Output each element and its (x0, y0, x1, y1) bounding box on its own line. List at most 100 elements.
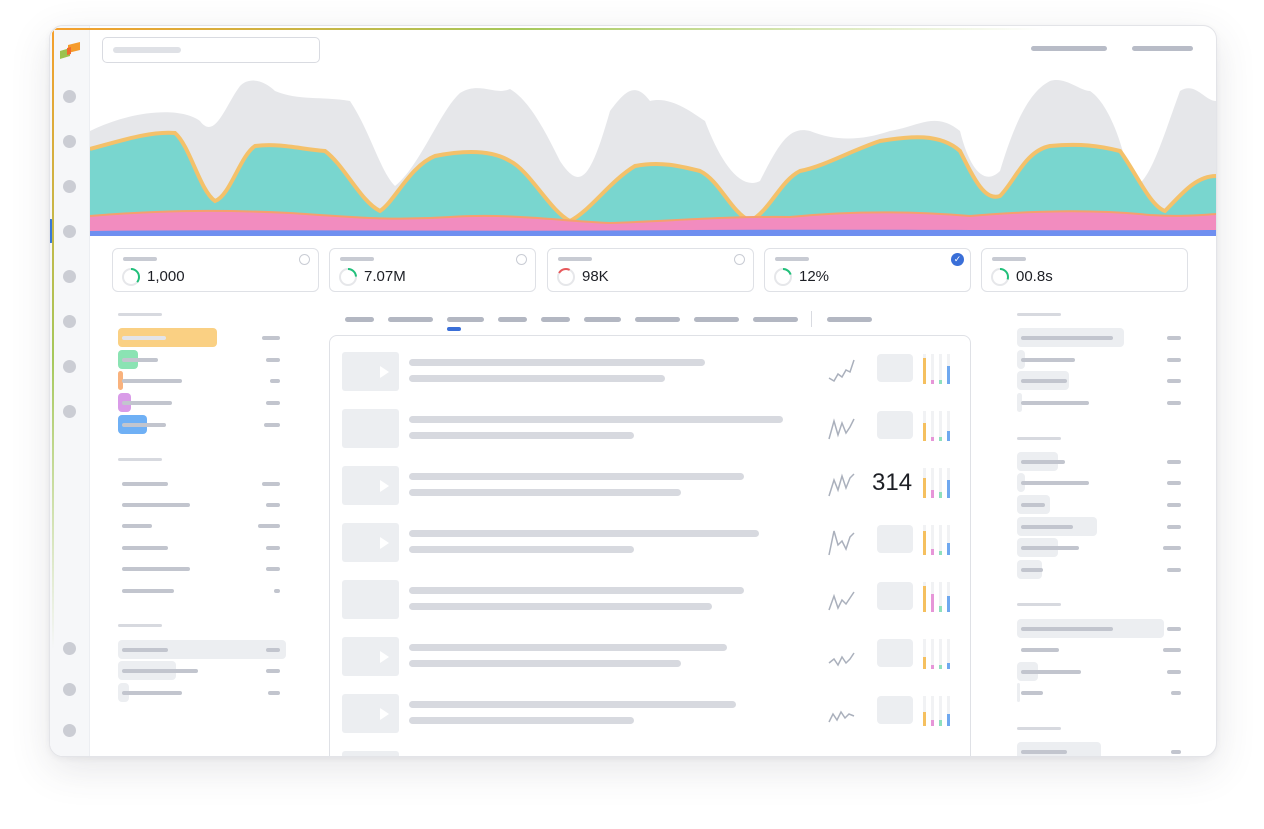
tab-5[interactable] (541, 317, 570, 322)
nav-item-4[interactable] (63, 225, 76, 238)
legend-item-label (122, 401, 172, 405)
video-thumbnail[interactable] (342, 466, 399, 505)
kpi-label (992, 257, 1026, 261)
list-item[interactable] (330, 346, 970, 403)
list-item[interactable] (330, 574, 970, 631)
list-item[interactable] (330, 631, 970, 688)
panel-item-count (1167, 568, 1181, 572)
video-thumbnail[interactable] (342, 694, 399, 733)
tab-2[interactable] (388, 317, 433, 322)
nav-item-8[interactable] (63, 405, 76, 418)
list-item[interactable]: 314 (330, 460, 970, 517)
metric-placeholder (877, 525, 913, 553)
filter-item[interactable] (122, 482, 168, 486)
metric-placeholder (877, 696, 913, 724)
kpi-card-2[interactable]: 7.07M (329, 248, 536, 292)
panel-item-count (1167, 460, 1181, 464)
kpi-radio[interactable] (516, 254, 527, 265)
metric-placeholder (877, 411, 913, 439)
panel-item-highlight[interactable] (1017, 683, 1020, 702)
panel-item-label (1021, 379, 1067, 383)
kpi-progress-ring (774, 268, 792, 286)
mini-bar-chart (923, 525, 950, 555)
nav-item-6[interactable] (63, 315, 76, 328)
panel-item-label (1021, 503, 1045, 507)
list-item[interactable] (330, 745, 970, 756)
tab-9[interactable] (753, 317, 798, 322)
legend-item-count (266, 401, 280, 405)
kpi-card-3[interactable]: 98K (547, 248, 754, 292)
tab-4[interactable] (498, 317, 527, 322)
legend-item-label (122, 336, 166, 340)
filter-item[interactable] (122, 546, 168, 550)
kpi-value: 98K (582, 268, 609, 285)
check-icon[interactable]: ✓ (951, 253, 964, 266)
item-subtitle (409, 489, 681, 496)
video-thumbnail[interactable] (342, 409, 399, 448)
search-input[interactable] (102, 37, 320, 63)
nav-active-indicator (50, 219, 53, 243)
nav-item-7[interactable] (63, 360, 76, 373)
sparkline (828, 710, 855, 723)
highlight-metric-value: 314 (872, 469, 913, 496)
kpi-card-5[interactable]: 00.8s (981, 248, 1188, 292)
list-item[interactable] (330, 403, 970, 460)
nav-item-2[interactable] (63, 135, 76, 148)
filter-count (266, 669, 280, 673)
filter-item[interactable] (122, 524, 152, 528)
item-title (409, 587, 744, 594)
video-thumbnail[interactable] (342, 637, 399, 676)
panel-item-label (1021, 670, 1081, 674)
kpi-radio[interactable] (734, 254, 745, 265)
video-thumbnail[interactable] (342, 523, 399, 562)
nav-item-11[interactable] (63, 724, 76, 737)
kpi-card-4[interactable]: 12% ✓ (764, 248, 971, 292)
tab-3[interactable] (447, 317, 484, 322)
item-title (409, 416, 783, 423)
mini-bar-chart (923, 354, 950, 384)
tab-6[interactable] (584, 317, 621, 322)
panel-item-label (1021, 750, 1067, 754)
mini-bar-chart (923, 468, 950, 498)
top-link-2[interactable] (1132, 46, 1193, 51)
play-icon (380, 366, 389, 378)
tab-7[interactable] (635, 317, 680, 322)
video-thumbnail[interactable] (342, 352, 399, 391)
play-icon (380, 651, 389, 663)
kpi-progress-ring (122, 268, 140, 286)
item-title (409, 701, 736, 708)
list-item[interactable] (330, 688, 970, 745)
search-placeholder (113, 47, 181, 53)
tab-1[interactable] (345, 317, 374, 322)
kpi-label (775, 257, 809, 261)
filter-item[interactable] (122, 503, 190, 507)
tab-10[interactable] (827, 317, 872, 322)
filter-item[interactable] (122, 589, 174, 593)
list-item[interactable] (330, 517, 970, 574)
panel-item-label (1021, 648, 1059, 652)
filter-item-label (122, 691, 182, 695)
top-link-1[interactable] (1031, 46, 1107, 51)
panel-item-label (1021, 358, 1075, 362)
nav-item-3[interactable] (63, 180, 76, 193)
kpi-progress-ring (339, 268, 357, 286)
nav-item-5[interactable] (63, 270, 76, 283)
brand-logo-icon[interactable] (58, 42, 82, 62)
video-thumbnail[interactable] (342, 751, 399, 756)
kpi-label (123, 257, 157, 261)
sidebar (50, 26, 90, 756)
kpi-card-1[interactable]: 1,000 (112, 248, 319, 292)
kpi-radio[interactable] (299, 254, 310, 265)
nav-item-10[interactable] (63, 683, 76, 696)
nav-item-1[interactable] (63, 90, 76, 103)
kpi-progress-ring (557, 268, 575, 286)
nav-item-9[interactable] (63, 642, 76, 655)
video-thumbnail[interactable] (342, 580, 399, 619)
panel-item-label (1021, 336, 1113, 340)
filter-item[interactable] (122, 567, 190, 571)
sparkline (828, 652, 855, 667)
panel-item-label (1021, 460, 1065, 464)
legend-item-label (122, 379, 182, 383)
tab-8[interactable] (694, 317, 739, 322)
filter-count (258, 524, 280, 528)
